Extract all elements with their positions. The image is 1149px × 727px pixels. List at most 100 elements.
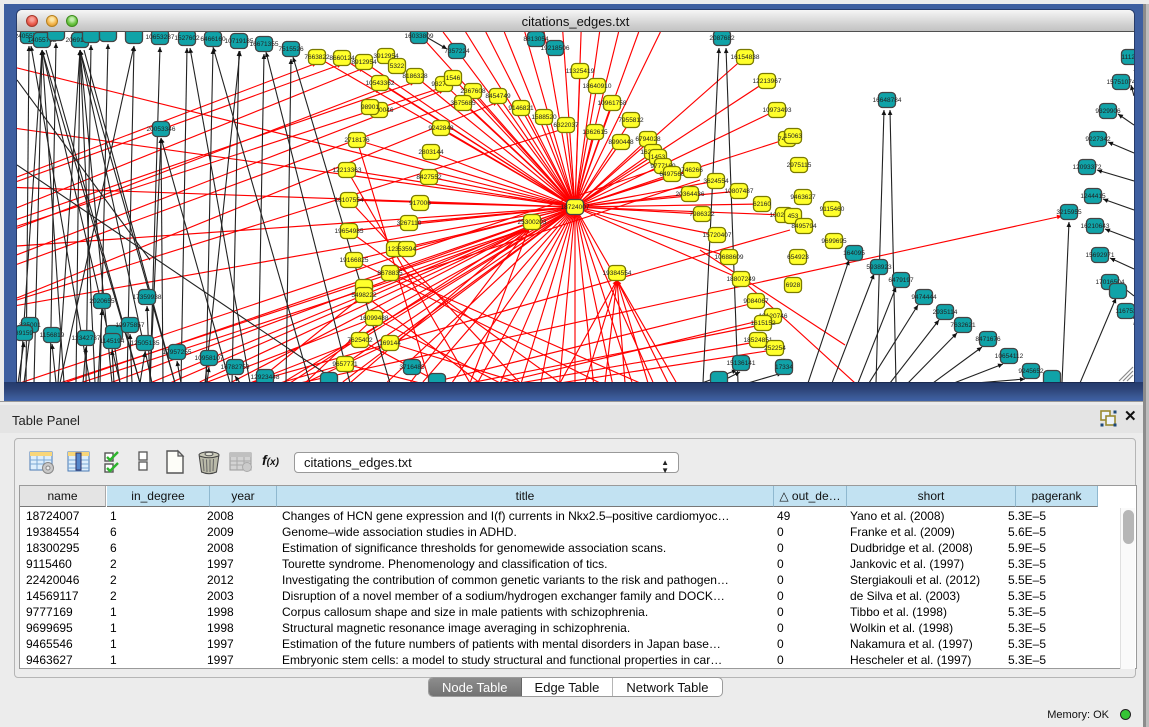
svg-text:8990448: 8990448 [608,139,634,146]
svg-text:917006: 917006 [409,200,431,207]
svg-text:2718176: 2718176 [344,137,370,144]
svg-text:7955812: 7955812 [618,117,644,124]
svg-text:3624554: 3624554 [703,178,729,185]
svg-text:6928: 6928 [786,282,801,289]
svg-text:3675685: 3675685 [450,100,476,107]
svg-text:10961758: 10961758 [598,100,627,107]
svg-text:1362615: 1362615 [582,129,608,136]
svg-text:7632621: 7632621 [950,322,976,329]
svg-text:53594: 53594 [398,246,416,253]
svg-text:1244415: 1244415 [1080,193,1106,200]
svg-text:7357224: 7357224 [444,48,470,55]
svg-text:8186328: 8186328 [402,73,428,80]
svg-text:9699695: 9699695 [821,238,847,245]
svg-text:17957255: 17957255 [163,349,192,356]
svg-text:9657771: 9657771 [332,361,358,368]
svg-text:2367608: 2367608 [460,88,486,95]
svg-text:39159: 39159 [17,330,33,337]
svg-text:746266: 746266 [681,167,703,174]
svg-text:9115460: 9115460 [820,206,845,213]
svg-text:9084067: 9084067 [743,298,769,305]
svg-text:12213363: 12213363 [333,167,362,174]
svg-text:7625402: 7625402 [347,337,373,344]
svg-text:7986322: 7986322 [689,211,715,218]
svg-text:20364436: 20364436 [676,191,705,198]
svg-text:16782759: 16782759 [221,364,250,371]
svg-text:18807249: 18807249 [727,276,756,283]
svg-text:1615152: 1615152 [750,320,776,327]
svg-text:16154838: 16154838 [731,54,760,61]
svg-text:16648784: 16648784 [873,97,902,104]
svg-text:19384554: 19384554 [603,270,632,277]
svg-text:17334: 17334 [775,364,793,371]
svg-text:8495794: 8495794 [791,223,817,230]
svg-text:98901: 98901 [361,104,379,111]
svg-text:11125: 11125 [1121,54,1134,61]
svg-text:16099488: 16099488 [360,315,389,322]
svg-text:164095: 164095 [843,250,865,257]
svg-text:2975115: 2975115 [787,162,812,169]
svg-text:6794028: 6794028 [635,136,661,143]
svg-text:19975857: 19975857 [116,322,145,329]
svg-text:8912954: 8912954 [351,59,377,66]
svg-text:3267110: 3267110 [397,220,422,227]
svg-text:18107554: 18107554 [335,197,364,204]
svg-text:10688609: 10688609 [715,254,744,261]
svg-text:7663822: 7663822 [304,54,330,61]
svg-text:12093372: 12093372 [1073,164,1102,171]
svg-text:2803144: 2803144 [418,149,444,156]
svg-text:9474444: 9474444 [911,294,937,301]
svg-text:7515526: 7515526 [278,46,304,53]
svg-text:16033809: 16033809 [405,33,434,40]
svg-text:9245652: 9245652 [1018,368,1044,375]
svg-text:10973493: 10973493 [763,107,792,114]
svg-text:8678835: 8678835 [377,270,403,277]
svg-text:12213967: 12213967 [753,78,782,85]
svg-text:5498222: 5498222 [351,292,377,299]
svg-text:5938923: 5938923 [866,264,892,271]
svg-text:16671355: 16671355 [250,41,279,48]
svg-text:8813054: 8813054 [523,36,549,43]
svg-text:15751074: 15751074 [1107,79,1134,86]
svg-text:6479197: 6479197 [888,277,914,284]
svg-text:16210643: 16210643 [1081,223,1110,230]
svg-text:654923: 654923 [787,254,809,261]
svg-text:2020655: 2020655 [89,298,115,305]
svg-text:8471676: 8471676 [975,336,1001,343]
svg-text:19654985: 19654985 [335,228,364,235]
svg-text:18724007: 18724007 [561,204,590,211]
svg-text:2087682: 2087682 [709,35,735,42]
svg-text:1588520: 1588520 [531,114,557,121]
svg-text:19218506: 19218506 [541,45,570,52]
svg-text:17359938: 17359938 [133,294,162,301]
svg-text:10654112: 10654112 [995,353,1024,360]
svg-text:6322037: 6322037 [553,122,579,129]
svg-text:10807487: 10807487 [725,188,754,195]
svg-text:5322: 5322 [390,63,405,70]
svg-text:18640910: 18640910 [583,83,612,90]
svg-text:116753: 116753 [1115,308,1134,315]
svg-text:9227342: 9227342 [1085,136,1111,143]
svg-text:8427552: 8427552 [416,174,442,181]
svg-text:6466160: 6466160 [200,36,226,43]
svg-text:1546: 1546 [446,75,461,82]
svg-text:15063: 15063 [784,133,802,140]
svg-text:9146821: 9146821 [508,105,534,112]
svg-text:3716485: 3716485 [399,364,425,371]
svg-text:1145194: 1145194 [100,338,125,345]
svg-text:10653287: 10653287 [146,34,175,41]
svg-text:19166825: 19166825 [340,257,369,264]
svg-text:252254: 252254 [764,345,786,352]
svg-text:12923448: 12923448 [251,374,280,381]
svg-text:1527602: 1527602 [174,35,200,42]
svg-text:20053346: 20053346 [147,126,176,133]
svg-text:9463627: 9463627 [790,194,816,201]
svg-text:15720407: 15720407 [703,232,732,239]
svg-text:169144: 169144 [379,340,401,347]
svg-text:15136141: 15136141 [727,360,756,367]
svg-text:11325419: 11325419 [566,68,595,75]
svg-text:15692971: 15692971 [1086,252,1115,259]
svg-text:8454749: 8454749 [485,93,511,100]
svg-text:9242848: 9242848 [428,125,454,132]
svg-text:12342737: 12342737 [72,335,101,342]
